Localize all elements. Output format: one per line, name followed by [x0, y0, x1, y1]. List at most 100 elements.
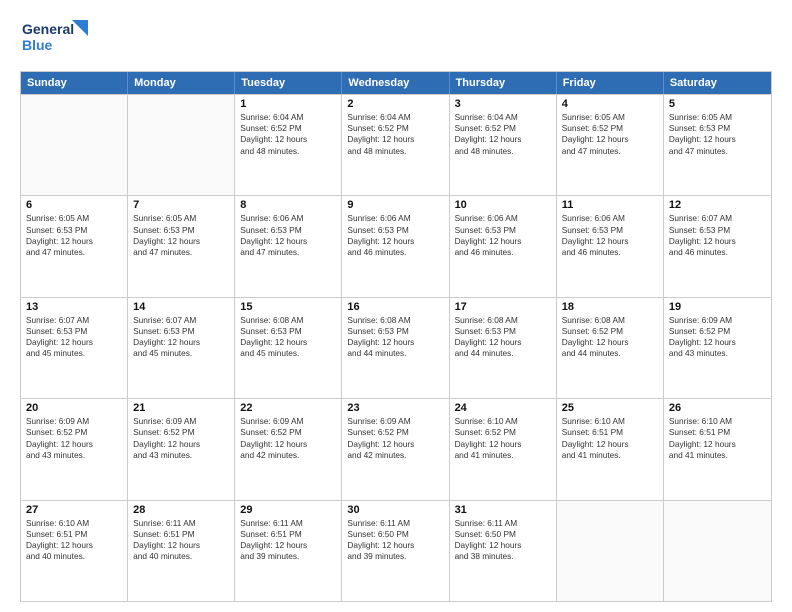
cell-info-line: Sunrise: 6:08 AM: [240, 315, 336, 326]
cell-info-line: Sunset: 6:51 PM: [240, 529, 336, 540]
day-number: 16: [347, 301, 443, 313]
cell-info-line: Sunset: 6:52 PM: [240, 123, 336, 134]
cell-info-line: and 48 minutes.: [347, 146, 443, 157]
cell-info-line: Daylight: 12 hours: [669, 337, 766, 348]
cell-info-line: Sunrise: 6:06 AM: [562, 213, 658, 224]
calendar-cell: [664, 501, 771, 601]
calendar-cell: 20Sunrise: 6:09 AMSunset: 6:52 PMDayligh…: [21, 399, 128, 499]
cell-info-line: Daylight: 12 hours: [240, 540, 336, 551]
cell-info-line: Sunrise: 6:11 AM: [347, 518, 443, 529]
weekday-header: Tuesday: [235, 72, 342, 94]
cell-info-line: Sunset: 6:53 PM: [240, 225, 336, 236]
cell-info-line: and 47 minutes.: [26, 247, 122, 258]
cell-info-line: Daylight: 12 hours: [669, 236, 766, 247]
day-number: 14: [133, 301, 229, 313]
cell-info-line: Sunrise: 6:06 AM: [455, 213, 551, 224]
cell-info-line: Daylight: 12 hours: [240, 236, 336, 247]
calendar-cell: 17Sunrise: 6:08 AMSunset: 6:53 PMDayligh…: [450, 298, 557, 398]
cell-info-line: Daylight: 12 hours: [455, 236, 551, 247]
cell-info-line: Sunset: 6:53 PM: [26, 225, 122, 236]
cell-info-line: Sunset: 6:52 PM: [562, 326, 658, 337]
cell-info-line: Daylight: 12 hours: [240, 134, 336, 145]
day-number: 7: [133, 199, 229, 211]
calendar-cell: 27Sunrise: 6:10 AMSunset: 6:51 PMDayligh…: [21, 501, 128, 601]
cell-info-line: Sunset: 6:53 PM: [240, 326, 336, 337]
calendar-cell: 30Sunrise: 6:11 AMSunset: 6:50 PMDayligh…: [342, 501, 449, 601]
day-number: 30: [347, 504, 443, 516]
cell-info-line: Daylight: 12 hours: [669, 439, 766, 450]
cell-info-line: Daylight: 12 hours: [347, 134, 443, 145]
day-number: 12: [669, 199, 766, 211]
logo-block: General Blue: [20, 16, 90, 63]
calendar-cell: 25Sunrise: 6:10 AMSunset: 6:51 PMDayligh…: [557, 399, 664, 499]
cell-info-line: Sunset: 6:52 PM: [133, 427, 229, 438]
cell-info-line: Sunrise: 6:10 AM: [669, 416, 766, 427]
cell-info-line: Daylight: 12 hours: [669, 134, 766, 145]
cell-info-line: Daylight: 12 hours: [26, 540, 122, 551]
cell-info-line: Daylight: 12 hours: [133, 236, 229, 247]
cell-info-line: and 39 minutes.: [240, 551, 336, 562]
calendar-cell: 15Sunrise: 6:08 AMSunset: 6:53 PMDayligh…: [235, 298, 342, 398]
cell-info-line: Sunrise: 6:05 AM: [562, 112, 658, 123]
cell-info-line: Sunset: 6:50 PM: [455, 529, 551, 540]
cell-info-line: Sunrise: 6:06 AM: [240, 213, 336, 224]
cell-info-line: Sunrise: 6:04 AM: [455, 112, 551, 123]
day-number: 19: [669, 301, 766, 313]
calendar-cell: 1Sunrise: 6:04 AMSunset: 6:52 PMDaylight…: [235, 95, 342, 195]
day-number: 22: [240, 402, 336, 414]
cell-info-line: Sunrise: 6:04 AM: [347, 112, 443, 123]
cell-info-line: and 42 minutes.: [240, 450, 336, 461]
day-number: 1: [240, 98, 336, 110]
calendar-header: SundayMondayTuesdayWednesdayThursdayFrid…: [21, 72, 771, 94]
cell-info-line: Daylight: 12 hours: [240, 439, 336, 450]
cell-info-line: and 46 minutes.: [669, 247, 766, 258]
cell-info-line: Sunset: 6:53 PM: [347, 326, 443, 337]
day-number: 11: [562, 199, 658, 211]
calendar-cell: 3Sunrise: 6:04 AMSunset: 6:52 PMDaylight…: [450, 95, 557, 195]
calendar-cell: 29Sunrise: 6:11 AMSunset: 6:51 PMDayligh…: [235, 501, 342, 601]
day-number: 20: [26, 402, 122, 414]
calendar-row: 13 Sunrise: 6:07 AM Sunset: 6:53 PM Dayligh…: [21, 297, 771, 398]
cell-info-line: and 46 minutes.: [562, 247, 658, 258]
cell-info-line: Sunrise: 6:08 AM: [562, 315, 658, 326]
calendar-cell: 6Sunrise: 6:05 AMSunset: 6:53 PMDaylight…: [21, 196, 128, 296]
cell-info-line: Sunrise: 6:05 AM: [133, 213, 229, 224]
cell-info-line: Sunrise: 6:11 AM: [240, 518, 336, 529]
calendar-cell: 4Sunrise: 6:05 AMSunset: 6:52 PMDaylight…: [557, 95, 664, 195]
cell-info-line: Sunrise: 6:07 AM: [133, 315, 229, 326]
day-number: 8: [240, 199, 336, 211]
cell-info-line: Sunrise: 6:11 AM: [455, 518, 551, 529]
svg-text:General: General: [22, 21, 74, 37]
cell-info-line: Daylight: 12 hours: [347, 540, 443, 551]
cell-info-line: Sunrise: 6:10 AM: [455, 416, 551, 427]
day-number: 13: [26, 301, 122, 313]
calendar-cell: 23Sunrise: 6:09 AMSunset: 6:52 PMDayligh…: [342, 399, 449, 499]
cell-info-line: Daylight: 12 hours: [562, 337, 658, 348]
cell-info-line: and 38 minutes.: [455, 551, 551, 562]
calendar-row: 27Sunrise: 6:10 AMSunset: 6:51 PMDayligh…: [21, 500, 771, 601]
cell-info-line: Sunrise: 6:08 AM: [347, 315, 443, 326]
day-number: 2: [347, 98, 443, 110]
calendar-cell: 12Sunrise: 6:07 AMSunset: 6:53 PMDayligh…: [664, 196, 771, 296]
cell-info-line: Sunrise: 6:11 AM: [133, 518, 229, 529]
day-number: 10: [455, 199, 551, 211]
calendar-cell: 2Sunrise: 6:04 AMSunset: 6:52 PMDaylight…: [342, 95, 449, 195]
cell-info-line: and 43 minutes.: [26, 450, 122, 461]
calendar-cell: 21Sunrise: 6:09 AMSunset: 6:52 PMDayligh…: [128, 399, 235, 499]
calendar-cell: 26Sunrise: 6:10 AMSunset: 6:51 PMDayligh…: [664, 399, 771, 499]
cell-info-line: and 44 minutes.: [347, 348, 443, 359]
cell-info-line: Daylight: 12 hours: [562, 439, 658, 450]
cell-info-line: Sunset: 6:52 PM: [26, 427, 122, 438]
cell-info-line: Daylight: 12 hours: [562, 236, 658, 247]
day-number: 17: [455, 301, 551, 313]
cell-info-line: Sunset: 6:51 PM: [133, 529, 229, 540]
cell-info-line: Sunset: 6:53 PM: [669, 123, 766, 134]
cell-info-line: Daylight: 12 hours: [26, 236, 122, 247]
calendar-cell: [21, 95, 128, 195]
cell-info-line: and 45 minutes.: [240, 348, 336, 359]
calendar-cell: 18Sunrise: 6:08 AMSunset: 6:52 PMDayligh…: [557, 298, 664, 398]
day-number: 31: [455, 504, 551, 516]
cell-info-line: Sunset: 6:53 PM: [26, 326, 122, 337]
cell-info-line: Sunset: 6:51 PM: [26, 529, 122, 540]
cell-info-line: Sunset: 6:53 PM: [133, 225, 229, 236]
